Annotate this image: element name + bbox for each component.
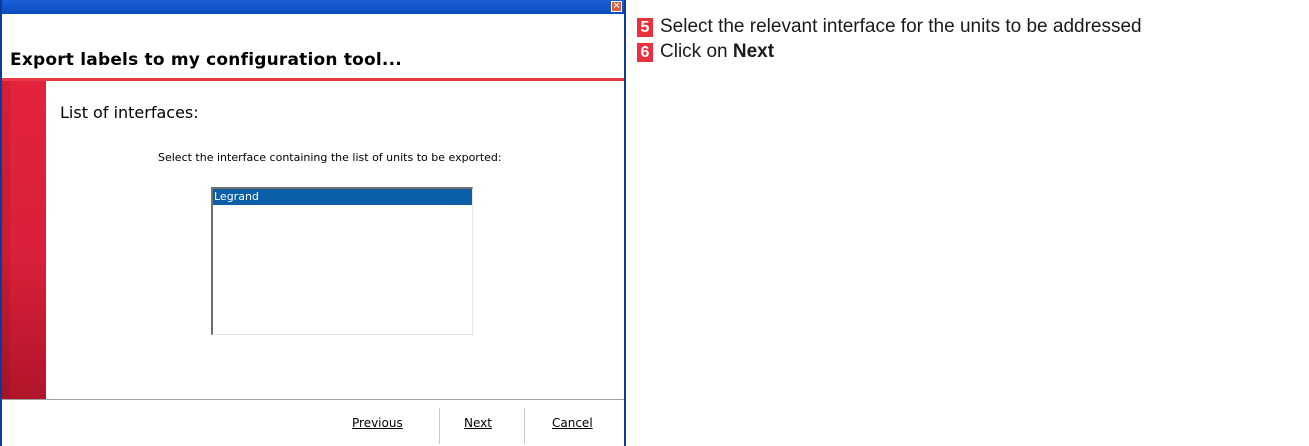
button-separator: [439, 408, 440, 444]
interfaces-listbox[interactable]: Legrand: [211, 187, 473, 335]
step-item: 6 Click on Next: [637, 40, 1142, 64]
export-labels-dialog: × Export labels to my configuration tool…: [0, 0, 626, 446]
dialog-header: Export labels to my configuration tool..…: [2, 14, 624, 81]
next-button[interactable]: Next: [464, 416, 492, 430]
step-number-badge: 5: [637, 17, 653, 37]
close-icon[interactable]: ×: [611, 1, 622, 12]
dialog-title: Export labels to my configuration tool..…: [10, 50, 402, 70]
instructions-text: Select the interface containing the list…: [158, 151, 502, 164]
step-number-badge: 6: [637, 42, 653, 62]
section-title: List of interfaces:: [60, 103, 199, 122]
decorative-side-band: [2, 81, 46, 399]
step-text-bold: Next: [732, 41, 775, 62]
step-item: 5 Select the relevant interface for the …: [637, 15, 1142, 39]
dialog-content: List of interfaces: Select the interface…: [46, 81, 624, 399]
step-text-plain: Select the relevant interface for the un…: [660, 16, 1142, 37]
cancel-button[interactable]: Cancel: [552, 416, 593, 430]
instruction-steps: 5 Select the relevant interface for the …: [637, 15, 1142, 65]
window-titlebar[interactable]: ×: [2, 0, 624, 14]
list-item[interactable]: Legrand: [213, 189, 472, 205]
dialog-footer: Previous Next Cancel: [2, 400, 624, 446]
button-separator: [524, 408, 525, 444]
step-text: Click on Next: [660, 41, 774, 63]
step-text: Select the relevant interface for the un…: [660, 16, 1142, 38]
previous-button[interactable]: Previous: [352, 416, 403, 430]
step-text-plain: Click on: [660, 41, 733, 62]
side-band-stripe: [2, 81, 10, 399]
